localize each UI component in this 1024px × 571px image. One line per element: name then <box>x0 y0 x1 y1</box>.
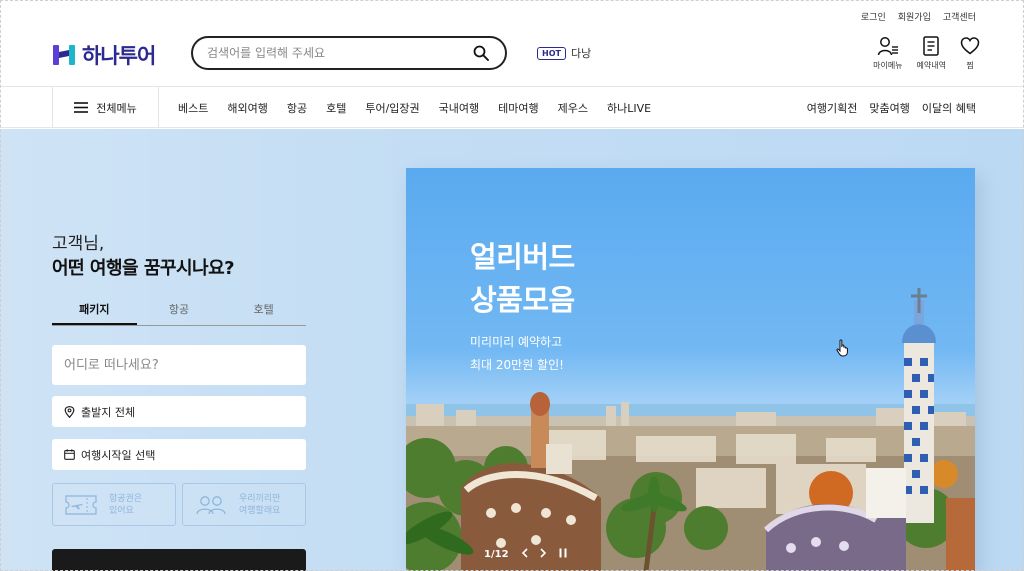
all-menu-label: 전체메뉴 <box>96 101 137 115</box>
nav-item-overseas[interactable]: 해외여행 <box>227 100 267 116</box>
pause-icon <box>559 548 567 558</box>
private-group-toggle[interactable]: 우리끼리만 여행할래요 <box>182 483 306 526</box>
nav-right-links: 여행기획전 맞춤여행 이달의 혜택 <box>807 87 976 128</box>
prev-slide-button[interactable] <box>521 548 528 561</box>
tab-hotel[interactable]: 호텔 <box>221 301 306 325</box>
calendar-icon <box>64 449 75 460</box>
hero-section: 고객님, 어떤 여행을 꿈꾸시나요? 패키지 항공 호텔 출발지 전체 여행시작… <box>0 129 1024 571</box>
banner-subtitle: 미리미리 예약하고 최대 20만원 할인! <box>470 331 564 377</box>
nav-item-hana-live[interactable]: 하나LIVE <box>607 100 651 116</box>
nav-item-hotel[interactable]: 호텔 <box>326 100 346 116</box>
header-icon-menu: 마이메뉴 예약내역 찜 <box>873 36 980 71</box>
greeting-line2: 어떤 여행을 꿈꾸시나요? <box>52 258 235 279</box>
search-tabs: 패키지 항공 호텔 <box>52 301 306 326</box>
banner-sub-line2: 최대 20만원 할인! <box>470 358 564 372</box>
location-pin-icon <box>64 405 75 418</box>
wishlist-button[interactable]: 찜 <box>960 36 980 71</box>
banner-sub-line1: 미리미리 예약하고 <box>470 335 563 349</box>
heart-icon <box>960 37 980 55</box>
package-search-button[interactable] <box>52 549 306 571</box>
reservations-label: 예약내역 <box>916 61 946 70</box>
hot-keyword-text: 다낭 <box>570 47 592 60</box>
user-menu-icon <box>877 37 898 56</box>
start-date-label: 여행시작일 선택 <box>81 448 156 462</box>
promo-banner[interactable]: 얼리버드 상품모음 미리미리 예약하고 최대 20만원 할인! 1/12 <box>406 168 975 571</box>
search-input[interactable] <box>207 46 471 60</box>
nav-item-custom-travel[interactable]: 맞춤여행 <box>869 100 909 116</box>
group-icon <box>196 495 226 514</box>
my-menu-button[interactable]: 마이메뉴 <box>873 36 903 71</box>
my-menu-label: 마이메뉴 <box>873 61 903 70</box>
nav-item-monthly-benefits[interactable]: 이달의 혜택 <box>922 100 976 116</box>
all-menu-button[interactable]: 전체메뉴 <box>52 87 159 128</box>
start-date-select[interactable]: 여행시작일 선택 <box>52 439 306 470</box>
logo-mark-icon <box>52 43 76 67</box>
nav-item-theme[interactable]: 테마여행 <box>498 100 538 116</box>
wishlist-label: 찜 <box>966 61 974 70</box>
destination-field <box>52 345 306 385</box>
private-group-line2: 여행할래요 <box>239 505 281 516</box>
banner-title-line2: 상품모음 <box>470 283 575 317</box>
search-icon <box>473 45 489 61</box>
nav-item-flight[interactable]: 항공 <box>287 100 307 116</box>
tab-flight[interactable]: 항공 <box>137 301 222 325</box>
next-slide-button[interactable] <box>539 548 547 561</box>
tab-package[interactable]: 패키지 <box>52 301 137 325</box>
banner-pager: 1/12 <box>484 548 567 561</box>
nav-main-links: 베스트 해외여행 항공 호텔 투어/입장권 국내여행 테마여행 제우스 하나LI… <box>178 87 651 128</box>
chevron-left-icon <box>521 548 528 558</box>
plane-ticket-icon <box>65 494 97 515</box>
banner-title-line1: 얼리버드 <box>470 240 575 274</box>
pause-slide-button[interactable] <box>559 548 567 561</box>
login-link[interactable]: 로그인 <box>861 10 886 23</box>
search-button[interactable] <box>471 43 491 63</box>
has-flight-line2: 있어요 <box>109 505 134 516</box>
destination-input[interactable] <box>64 357 294 373</box>
private-group-line1: 우리끼리만 <box>239 493 281 504</box>
hamburger-icon <box>74 102 89 113</box>
nav-item-zeus[interactable]: 제우스 <box>558 100 588 116</box>
customer-center-link[interactable]: 고객센터 <box>943 10 976 23</box>
utility-links: 로그인 회원가입 고객센터 <box>861 10 976 23</box>
main-nav: 전체메뉴 베스트 해외여행 항공 호텔 투어/입장권 국내여행 테마여행 제우스… <box>0 86 1024 128</box>
nav-item-best[interactable]: 베스트 <box>178 100 208 116</box>
nav-item-tour-tickets[interactable]: 투어/입장권 <box>365 100 419 116</box>
chevron-right-icon <box>539 548 546 558</box>
banner-title: 얼리버드 상품모음 <box>470 236 575 322</box>
search-bar <box>191 36 507 70</box>
departure-label: 출발지 전체 <box>81 405 136 419</box>
logo-text: 하나투어 <box>82 44 156 68</box>
hot-badge: HOT <box>537 46 566 60</box>
hot-keyword[interactable]: HOT 다낭 <box>537 45 591 61</box>
greeting-line1: 고객님, <box>52 234 105 254</box>
reservations-button[interactable]: 예약내역 <box>917 36 946 71</box>
hand-cursor-icon <box>836 339 848 357</box>
has-flight-line1: 항공권은 <box>109 493 143 504</box>
logo[interactable]: 하나투어 <box>52 40 156 70</box>
nav-item-domestic[interactable]: 국내여행 <box>439 100 479 116</box>
site-header: 로그인 회원가입 고객센터 하나투어 HOT 다낭 <box>0 0 1024 86</box>
departure-select[interactable]: 출발지 전체 <box>52 396 306 427</box>
signup-link[interactable]: 회원가입 <box>898 10 931 23</box>
document-icon <box>923 36 940 56</box>
banner-page-indicator: 1/12 <box>484 549 509 560</box>
nav-item-promotions[interactable]: 여행기획전 <box>807 100 858 116</box>
has-flight-toggle[interactable]: 항공권은 있어요 <box>52 483 176 526</box>
